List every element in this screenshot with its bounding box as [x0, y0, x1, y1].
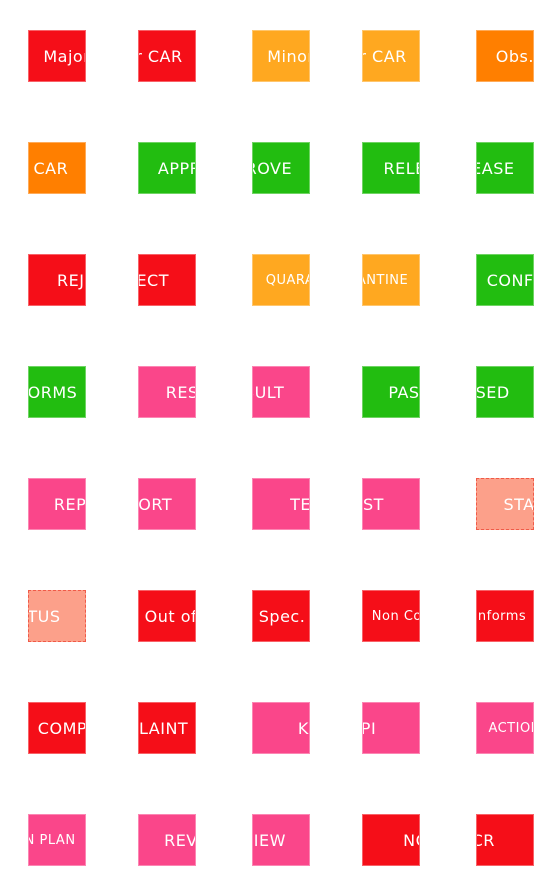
sticker-label: REVIEW	[164, 830, 196, 850]
sticker-label: STATUS	[28, 606, 61, 626]
sticker-label: Non Conforms	[371, 608, 419, 624]
sticker-label: KPI	[362, 718, 377, 738]
sticker-label: RELEASE	[477, 158, 515, 178]
sticker-label: ACTION PLAN	[488, 720, 533, 736]
sticker-label: ACTION PLAN	[29, 832, 76, 848]
sticker-conforms-right[interactable]: CONFORMS	[28, 366, 86, 418]
sticker-label: Minor CAR	[267, 46, 310, 66]
sticker-obs-car-left[interactable]: Obs. CAR	[476, 30, 534, 82]
sticker-label: APPROVE	[157, 158, 195, 178]
sticker-review-right[interactable]: REVIEW	[252, 814, 310, 866]
sticker-quarantine-left[interactable]: QUARANTINE	[252, 254, 310, 306]
sticker-label: Obs. CAR	[495, 46, 534, 66]
sticker-label: CONFORMS	[28, 382, 78, 402]
sticker-label: Non Conforms	[477, 608, 527, 624]
sticker-label: PASSED	[476, 382, 510, 402]
sticker-quarantine-right[interactable]: QUARANTINE	[362, 254, 420, 306]
sticker-out-of-spec-left[interactable]: Out of Spec.	[138, 590, 196, 642]
sticker-label: NCR	[477, 830, 495, 850]
sticker-label: REJECT	[57, 270, 85, 290]
sticker-ncr-right[interactable]: NCR	[476, 814, 534, 866]
sticker-label: RESULT	[165, 382, 196, 402]
sticker-label: COMPLAINT	[139, 718, 189, 738]
sticker-release-left[interactable]: RELEASE	[362, 142, 420, 194]
sticker-non-conforms-left[interactable]: Non Conforms	[362, 590, 420, 642]
sticker-label: Major CAR	[139, 46, 183, 66]
sticker-label: Obs. CAR	[29, 158, 69, 178]
sticker-release-right[interactable]: RELEASE	[476, 142, 534, 194]
sticker-label: Major CAR	[43, 46, 86, 66]
sticker-label: APPROVE	[253, 158, 293, 178]
sticker-reject-left[interactable]: REJECT	[28, 254, 86, 306]
sticker-test-right[interactable]: TEST	[362, 478, 420, 530]
sticker-complaint-right[interactable]: COMPLAINT	[138, 702, 196, 754]
sticker-label: TEST	[362, 494, 384, 514]
sticker-result-left[interactable]: RESULT	[138, 366, 196, 418]
sticker-obs-car-right[interactable]: Obs. CAR	[28, 142, 86, 194]
sticker-approve-right[interactable]: APPROVE	[252, 142, 310, 194]
sticker-label: REJECT	[138, 270, 169, 290]
sticker-status-right[interactable]: STATUS	[28, 590, 86, 642]
sticker-out-of-spec-right[interactable]: Out of Spec.	[252, 590, 310, 642]
sticker-review-left[interactable]: REVIEW	[138, 814, 196, 866]
sticker-label: REVIEW	[253, 830, 286, 850]
sticker-label: Out of Spec.	[144, 606, 196, 626]
sticker-report-left[interactable]: REPORT	[28, 478, 86, 530]
sticker-approve-left[interactable]: APPROVE	[138, 142, 196, 194]
sticker-status-left[interactable]: STATUS	[476, 478, 534, 530]
sticker-label: Minor CAR	[363, 46, 407, 66]
sticker-minor-car-right[interactable]: Minor CAR	[362, 30, 420, 82]
sticker-non-conforms-right[interactable]: Non Conforms	[476, 590, 534, 642]
sticker-label: RESULT	[253, 382, 285, 402]
sticker-label: TEST	[290, 494, 310, 514]
sticker-kpi-left[interactable]: KPI	[252, 702, 310, 754]
sticker-major-car-right[interactable]: Major CAR	[138, 30, 196, 82]
sticker-label: REPORT	[138, 494, 173, 514]
sticker-label: QUARANTINE	[363, 272, 409, 288]
sticker-label: PASSED	[388, 382, 420, 402]
sticker-label: RELEASE	[383, 158, 419, 178]
sticker-passed-left[interactable]: PASSED	[362, 366, 420, 418]
sticker-kpi-right[interactable]: KPI	[362, 702, 420, 754]
sticker-label: QUARANTINE	[265, 272, 310, 288]
sticker-label: Out of Spec.	[253, 606, 306, 626]
sticker-report-right[interactable]: REPORT	[138, 478, 196, 530]
sticker-conforms-left[interactable]: CONFORMS	[476, 254, 534, 306]
sticker-label: KPI	[297, 718, 309, 738]
sticker-action-plan-right[interactable]: ACTION PLAN	[28, 814, 86, 866]
sticker-result-right[interactable]: RESULT	[252, 366, 310, 418]
sticker-test-left[interactable]: TEST	[252, 478, 310, 530]
sticker-major-car-left[interactable]: Major CAR	[28, 30, 86, 82]
sticker-reject-right[interactable]: REJECT	[138, 254, 196, 306]
sticker-action-plan-left[interactable]: ACTION PLAN	[476, 702, 534, 754]
sticker-label: COMPLAINT	[37, 718, 86, 738]
sticker-passed-right[interactable]: PASSED	[476, 366, 534, 418]
sticker-label: REPORT	[53, 494, 86, 514]
sticker-complaint-left[interactable]: COMPLAINT	[28, 702, 86, 754]
sticker-ncr-left[interactable]: NCR	[362, 814, 420, 866]
sticker-label: STATUS	[503, 494, 534, 514]
sticker-label: CONFORMS	[486, 270, 534, 290]
sticker-label: NCR	[403, 830, 419, 850]
sticker-minor-car-left[interactable]: Minor CAR	[252, 30, 310, 82]
